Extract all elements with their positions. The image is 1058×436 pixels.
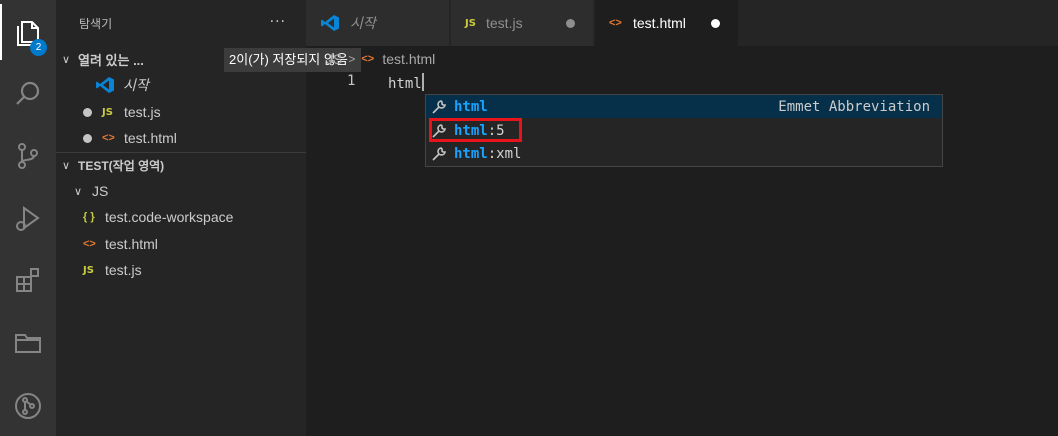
vscode-icon	[321, 15, 339, 31]
folder-item-js[interactable]: ∨ JS	[56, 178, 306, 204]
file-item-test-js[interactable]: JS test.js	[56, 257, 306, 283]
open-editors-label: 열려 있는 ...	[78, 52, 144, 68]
tab-start[interactable]: 시작	[306, 0, 450, 46]
chevron-down-icon: ∨	[61, 159, 71, 172]
chevron-down-icon: ∨	[61, 53, 71, 66]
breadcrumb-folder[interactable]: JS	[326, 51, 342, 67]
workspace-label: TEST(작업 영역)	[78, 158, 165, 173]
html-icon: <>	[361, 53, 375, 65]
breadcrumb-file[interactable]: test.html	[382, 51, 435, 67]
suggestion-match: html	[454, 98, 488, 115]
open-editor-label: test.html	[124, 130, 177, 146]
open-editor-item-test-html[interactable]: <> test.html	[56, 125, 306, 151]
explorer-sidebar: 탐색기 ··· ∨ 열려 있는 ... 2이(가) 저장되지 않음 시작 JS …	[56, 0, 361, 436]
git-graph-icon[interactable]	[0, 378, 56, 434]
folder-label: JS	[92, 183, 109, 199]
suggestion-match: html	[454, 145, 488, 162]
suggestion-item[interactable]: html Emmet Abbreviation	[426, 95, 942, 118]
workspace-section[interactable]: ∨ TEST(작업 영역)	[56, 152, 306, 178]
chevron-down-icon: ∨	[73, 185, 83, 198]
editor-tabs: 시작 JS test.js <> test.html	[306, 0, 1058, 46]
source-control-icon[interactable]	[0, 128, 56, 184]
wrench-icon	[432, 99, 446, 114]
file-label: test.js	[105, 262, 142, 278]
vscode-icon	[96, 77, 114, 93]
open-editor-label: test.js	[124, 104, 161, 120]
folder-icon[interactable]	[0, 314, 56, 370]
open-editor-item-test-js[interactable]: JS test.js	[56, 99, 306, 125]
tab-label: test.js	[486, 15, 523, 31]
search-icon[interactable]	[0, 66, 56, 122]
html-icon: <>	[609, 17, 622, 29]
extensions-icon[interactable]	[0, 252, 56, 308]
wrench-icon	[432, 146, 446, 161]
unsaved-dot-icon[interactable]	[711, 19, 720, 28]
file-item-test-html[interactable]: <> test.html	[56, 231, 306, 257]
tab-label: test.html	[633, 15, 686, 31]
file-label: test.code-workspace	[105, 209, 234, 225]
tab-label: 시작	[350, 15, 376, 31]
unsaved-dot-icon[interactable]	[83, 133, 92, 143]
open-editor-item-start[interactable]: 시작	[56, 72, 306, 98]
html-icon: <>	[83, 238, 96, 250]
unsaved-dot-icon[interactable]	[566, 19, 575, 28]
line-number: 1	[347, 73, 356, 89]
suggestion-rest: :xml	[487, 145, 522, 162]
highlight-box	[429, 118, 522, 142]
js-icon: JS	[102, 106, 113, 118]
json-icon: { }	[83, 211, 95, 223]
tab-test-html[interactable]: <> test.html	[595, 0, 739, 46]
tab-test-js[interactable]: JS test.js	[451, 0, 594, 46]
js-icon: JS	[83, 264, 94, 276]
unsaved-dot-icon[interactable]	[83, 107, 92, 117]
text-cursor	[421, 73, 424, 91]
html-icon: <>	[102, 132, 115, 144]
breadcrumb: JS > <> test.html	[306, 46, 1058, 72]
suggestion-detail: Emmet Abbreviation	[778, 98, 930, 115]
code-line[interactable]: html	[388, 73, 424, 92]
explorer-badge: 2	[30, 39, 47, 56]
more-actions-icon[interactable]: ···	[270, 14, 286, 30]
chevron-right-icon: >	[348, 52, 356, 66]
file-label: test.html	[105, 236, 158, 252]
explorer-icon[interactable]: 2	[0, 4, 56, 60]
activity-bar: 2	[0, 0, 56, 436]
suggestion-item[interactable]: html :xml	[426, 142, 942, 165]
js-icon: JS	[465, 17, 476, 29]
code-text: html	[388, 76, 422, 92]
run-debug-icon[interactable]	[0, 190, 56, 246]
sidebar-title: 탐색기	[79, 16, 113, 31]
open-editor-label: 시작	[123, 77, 149, 93]
file-item-workspace[interactable]: { } test.code-workspace	[56, 204, 306, 230]
